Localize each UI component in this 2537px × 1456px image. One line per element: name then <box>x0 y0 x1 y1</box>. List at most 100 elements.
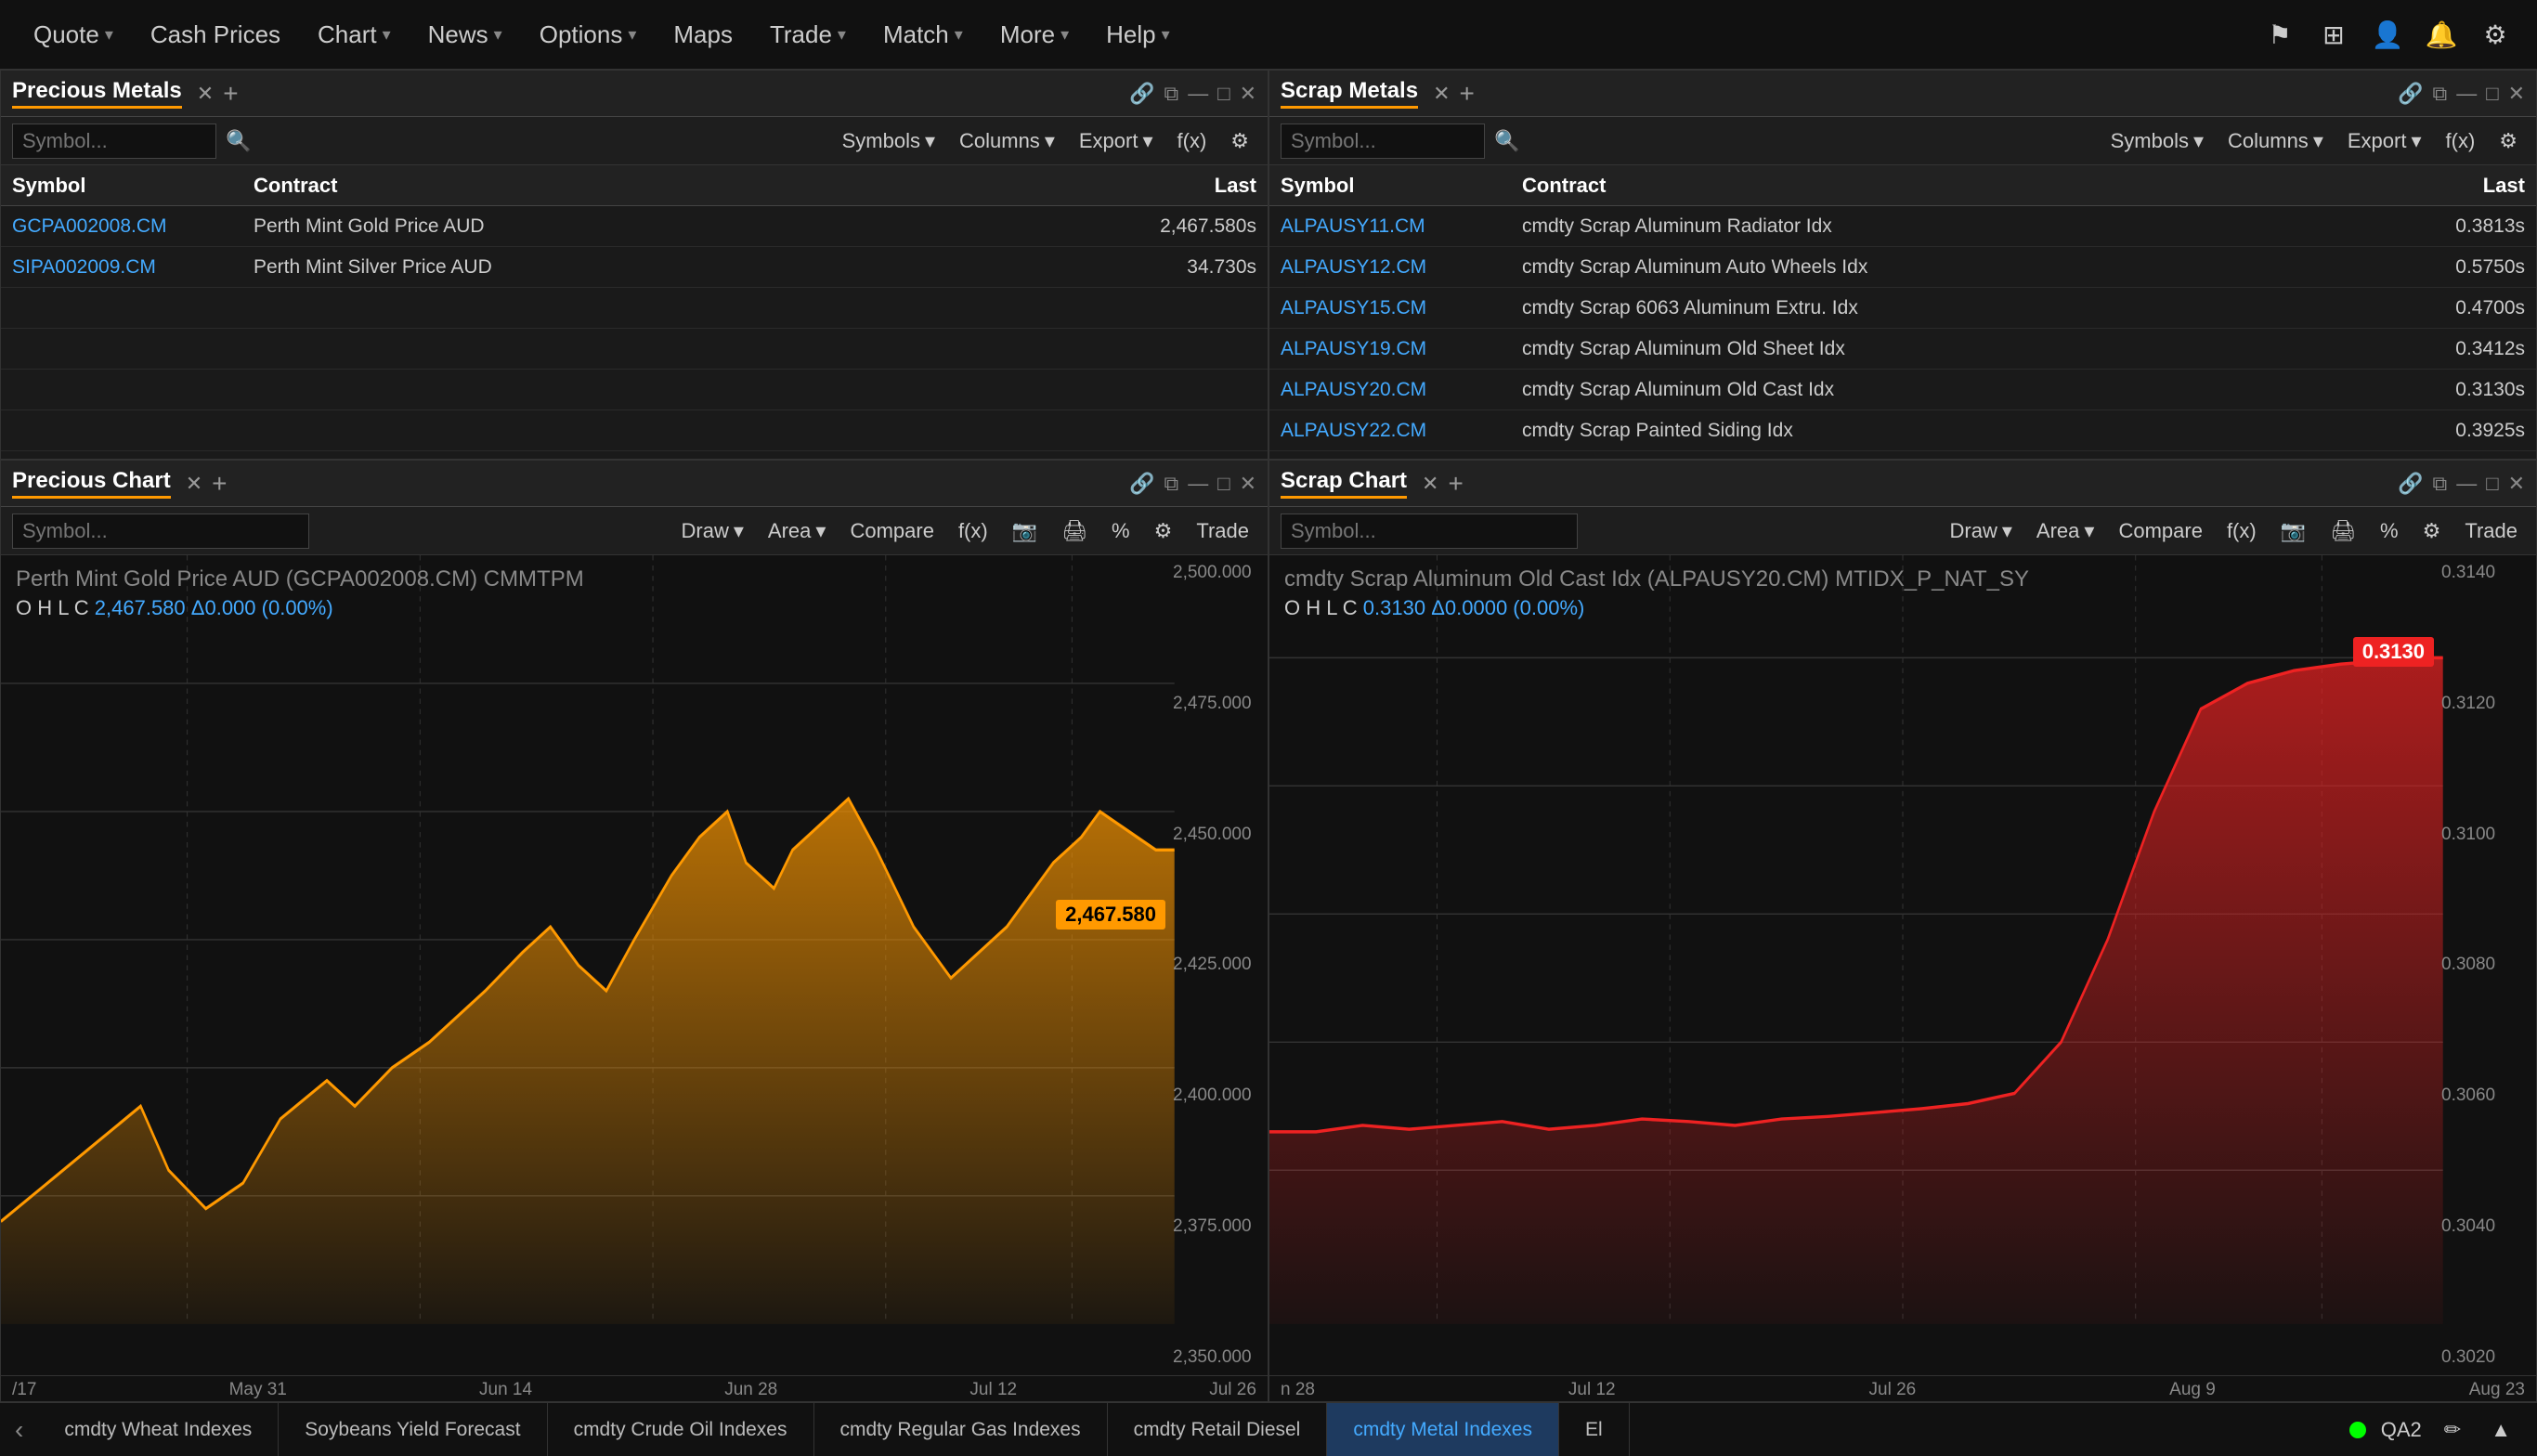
precious-chart-close-icon[interactable]: ✕ <box>186 472 202 496</box>
precious-metals-copy-icon[interactable]: ⧉ <box>1164 82 1179 106</box>
scrap-metals-export-btn[interactable]: Export ▾ <box>2340 125 2429 157</box>
scrap-chart-fx-btn[interactable]: f(x) <box>2219 515 2264 547</box>
bottom-tab-item[interactable]: cmdty Retail Diesel <box>1108 1403 1328 1456</box>
bottom-tab-prev-arrow[interactable]: ‹ <box>0 1415 38 1445</box>
precious-chart-add-icon[interactable]: + <box>212 469 227 499</box>
table-row[interactable]: ALPAUSY11.CM cmdty Scrap Aluminum Radiat… <box>1269 206 2536 247</box>
precious-chart-copy-icon[interactable]: ⧉ <box>1164 472 1179 496</box>
scrap-chart-pct-btn[interactable]: % <box>2373 515 2406 547</box>
precious-metals-columns-btn[interactable]: Columns ▾ <box>952 125 1062 157</box>
scrap-metals-copy-icon[interactable]: ⧉ <box>2433 82 2448 106</box>
bottom-tab-item[interactable]: cmdty Crude Oil Indexes <box>548 1403 814 1456</box>
scrap-chart-symbol-input[interactable] <box>1281 514 1578 549</box>
scrap-chart-add-icon[interactable]: + <box>1448 469 1463 499</box>
precious-metals-symbol-input[interactable] <box>12 124 216 159</box>
precious-chart-maximize-icon[interactable]: □ <box>1217 472 1229 496</box>
precious-metals-add-icon[interactable]: + <box>223 79 238 109</box>
bottom-edit-btn[interactable]: ✏ <box>2437 1414 2468 1446</box>
precious-chart-print-btn[interactable]: 🖨 <box>1054 515 1095 547</box>
nav-maps[interactable]: Maps <box>658 13 748 57</box>
nav-trade[interactable]: Trade ▾ <box>755 13 861 57</box>
table-row[interactable]: ALPAUSY51.CM cmdty Scrap Aluminum Can Id… <box>1269 451 2536 459</box>
flag-icon-btn[interactable]: ⚑ <box>2257 11 2303 58</box>
scrap-chart-maximize-icon[interactable]: □ <box>2486 472 2498 496</box>
scrap-chart-draw-btn[interactable]: Draw ▾ <box>1943 515 2020 547</box>
bottom-tab-item[interactable]: Soybeans Yield Forecast <box>279 1403 547 1456</box>
precious-metals-fx-btn[interactable]: f(x) <box>1170 125 1215 157</box>
bottom-tab-item[interactable]: cmdty Regular Gas Indexes <box>814 1403 1108 1456</box>
precious-chart-trade-btn[interactable]: Trade <box>1189 515 1256 547</box>
scrap-metals-maximize-icon[interactable]: □ <box>2486 82 2498 106</box>
scrap-chart-minimize-icon[interactable]: — <box>2456 472 2477 496</box>
nav-quote[interactable]: Quote ▾ <box>19 13 128 57</box>
nav-cash-prices[interactable]: Cash Prices <box>136 13 295 57</box>
scrap-chart-trade-btn[interactable]: Trade <box>2457 515 2525 547</box>
nav-news[interactable]: News ▾ <box>413 13 517 57</box>
nav-match[interactable]: Match ▾ <box>868 13 978 57</box>
bottom-tab-item[interactable]: cmdty Metal Indexes <box>1327 1403 1559 1456</box>
bottom-tab-item[interactable]: El <box>1559 1403 1630 1456</box>
nav-more[interactable]: More ▾ <box>985 13 1084 57</box>
table-row[interactable]: ALPAUSY22.CM cmdty Scrap Painted Siding … <box>1269 410 2536 451</box>
settings-icon-btn[interactable]: ⚙ <box>2472 11 2518 58</box>
precious-chart-camera-btn[interactable]: 📷 <box>1005 515 1045 547</box>
nav-help[interactable]: Help ▾ <box>1091 13 1185 57</box>
scrap-chart-print-btn[interactable]: 🖨 <box>2322 515 2363 547</box>
precious-chart-pct-btn[interactable]: % <box>1104 515 1138 547</box>
scrap-chart-link-icon[interactable]: 🔗 <box>2398 472 2423 496</box>
scrap-chart-gear-btn[interactable]: ⚙ <box>2415 515 2449 547</box>
table-row[interactable]: ALPAUSY12.CM cmdty Scrap Aluminum Auto W… <box>1269 247 2536 288</box>
table-row[interactable] <box>1 370 1268 410</box>
scrap-metals-add-icon[interactable]: + <box>1460 79 1475 109</box>
precious-chart-area-btn[interactable]: Area ▾ <box>761 515 834 547</box>
table-row[interactable]: ALPAUSY19.CM cmdty Scrap Aluminum Old Sh… <box>1269 329 2536 370</box>
scrap-chart-camera-btn[interactable]: 📷 <box>2273 515 2313 547</box>
precious-chart-fx-btn[interactable]: f(x) <box>951 515 995 547</box>
scrap-metals-gear-btn[interactable]: ⚙ <box>2491 125 2525 157</box>
scrap-chart-close-icon[interactable]: ✕ <box>1422 472 1438 496</box>
scrap-metals-search-icon[interactable]: 🔍 <box>1494 129 1519 153</box>
scrap-metals-symbols-btn[interactable]: Symbols ▾ <box>2103 125 2211 157</box>
table-row[interactable]: ALPAUSY20.CM cmdty Scrap Aluminum Old Ca… <box>1269 370 2536 410</box>
scrap-chart-copy-icon[interactable]: ⧉ <box>2433 472 2448 496</box>
scrap-metals-close2-icon[interactable]: ✕ <box>2508 82 2525 106</box>
user-icon-btn[interactable]: 👤 <box>2364 11 2411 58</box>
precious-metals-minimize-icon[interactable]: — <box>1188 82 1208 106</box>
precious-chart-draw-btn[interactable]: Draw ▾ <box>674 515 751 547</box>
table-row[interactable]: GCPA005008.CM Austrian Mint Gold Price E… <box>1 451 1268 459</box>
table-row[interactable]: SIPA002009.CM Perth Mint Silver Price AU… <box>1 247 1268 288</box>
precious-metals-close-icon[interactable]: ✕ <box>197 82 214 106</box>
precious-metals-gear-btn[interactable]: ⚙ <box>1223 125 1256 157</box>
scrap-chart-close2-icon[interactable]: ✕ <box>2508 472 2525 496</box>
precious-metals-maximize-icon[interactable]: □ <box>1217 82 1229 106</box>
scrap-metals-minimize-icon[interactable]: — <box>2456 82 2477 106</box>
scrap-chart-area-btn[interactable]: Area ▾ <box>2029 515 2102 547</box>
scrap-metals-fx-btn[interactable]: f(x) <box>2439 125 2483 157</box>
precious-metals-close2-icon[interactable]: ✕ <box>1240 82 1256 106</box>
precious-chart-minimize-icon[interactable]: — <box>1188 472 1208 496</box>
scrap-metals-symbol-input[interactable] <box>1281 124 1485 159</box>
table-row[interactable] <box>1 288 1268 329</box>
scrap-metals-close-icon[interactable]: ✕ <box>1433 82 1450 106</box>
table-row[interactable]: ALPAUSY15.CM cmdty Scrap 6063 Aluminum E… <box>1269 288 2536 329</box>
precious-metals-symbols-btn[interactable]: Symbols ▾ <box>835 125 943 157</box>
precious-metals-search-icon[interactable]: 🔍 <box>226 129 251 153</box>
precious-chart-symbol-input[interactable] <box>12 514 309 549</box>
table-row[interactable] <box>1 329 1268 370</box>
bottom-up-btn[interactable]: ▲ <box>2483 1414 2518 1446</box>
precious-chart-gear-btn[interactable]: ⚙ <box>1147 515 1180 547</box>
scrap-metals-link-icon[interactable]: 🔗 <box>2398 82 2423 106</box>
scrap-metals-columns-btn[interactable]: Columns ▾ <box>2220 125 2331 157</box>
table-row[interactable] <box>1 410 1268 451</box>
precious-chart-close2-icon[interactable]: ✕ <box>1240 472 1256 496</box>
bottom-tab-item[interactable]: cmdty Wheat Indexes <box>38 1403 279 1456</box>
grid-icon-btn[interactable]: ⊞ <box>2310 11 2357 58</box>
scrap-chart-compare-btn[interactable]: Compare <box>2111 515 2209 547</box>
table-row[interactable]: GCPA002008.CM Perth Mint Gold Price AUD … <box>1 206 1268 247</box>
bell-icon-btn[interactable]: 🔔 <box>2418 11 2465 58</box>
precious-chart-compare-btn[interactable]: Compare <box>842 515 941 547</box>
precious-metals-link-icon[interactable]: 🔗 <box>1129 82 1154 106</box>
precious-metals-export-btn[interactable]: Export ▾ <box>1072 125 1161 157</box>
nav-chart[interactable]: Chart ▾ <box>303 13 406 57</box>
precious-chart-link-icon[interactable]: 🔗 <box>1129 472 1154 496</box>
